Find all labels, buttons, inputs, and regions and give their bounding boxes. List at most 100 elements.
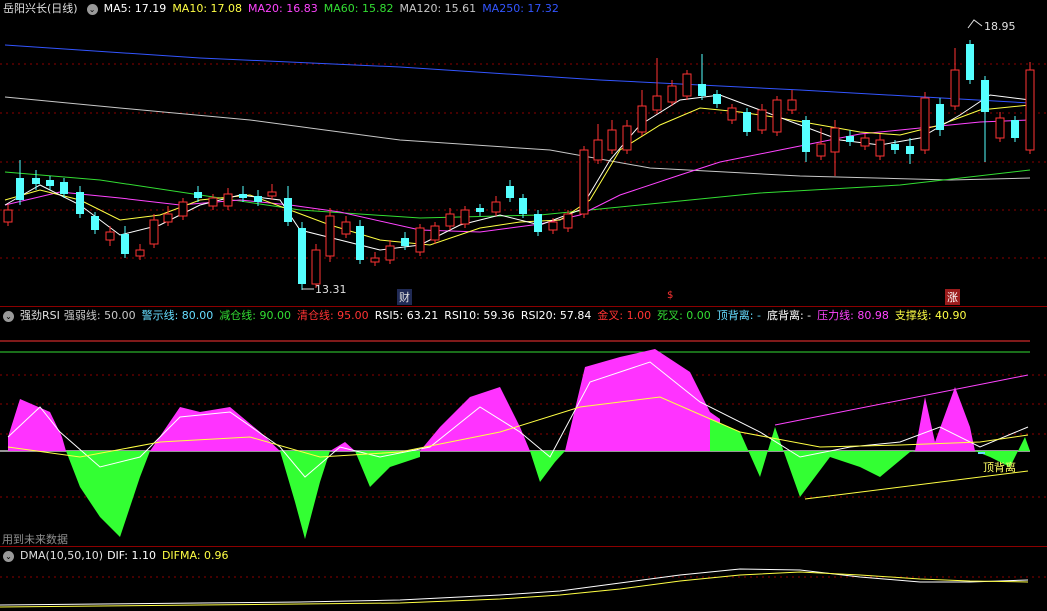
kline-panel[interactable]: 岳阳兴长(日线) ⌄ MA5: 17.19 MA10: 17.08 MA20: 16.8… (0, 0, 1047, 306)
rsi-positive-area (915, 387, 975, 451)
kline-chart[interactable] (0, 0, 1047, 306)
kline-menu-icon[interactable]: ⌄ (86, 3, 98, 15)
candle-body (460, 209, 470, 225)
candle-body (548, 221, 558, 231)
candle-body (652, 95, 662, 111)
candle-body (846, 136, 854, 142)
candle-body (91, 216, 99, 230)
stock-title: 岳阳兴长(日线) (3, 2, 78, 15)
dma-item: DIFMA: 0.96 (161, 549, 229, 562)
rsi-item: 减仓线: 90.00 (219, 309, 291, 322)
rsi-item: 警示线: 80.00 (141, 309, 214, 322)
candle-body (178, 201, 188, 217)
main-item: MA250: 17.32 (482, 2, 559, 15)
candle-body (860, 137, 870, 147)
rsi-item: 支撑线: 40.90 (894, 309, 967, 322)
candle-body (1025, 69, 1035, 151)
rsi-item: 强弱线: 50.00 (63, 309, 136, 322)
high-pointer (967, 19, 983, 29)
candle-body (121, 234, 129, 254)
candle-body (76, 192, 84, 214)
candle-body (163, 213, 173, 223)
rsi-legend: 强弱线: 50.00 警示线: 80.00 减仓线: 90.00 清仓线: 95.00… (64, 309, 973, 322)
candle-body (415, 227, 425, 253)
candle-body (194, 192, 202, 198)
rsi-title: 强劲RSI (20, 309, 60, 322)
candle-body (906, 146, 914, 154)
rsi-item: RSI5: 63.21 (374, 309, 439, 322)
dma-panel[interactable]: ⌄ DMA(10,50,10) DIF: 1.10 DIFMA: 0.96 (0, 546, 1047, 611)
candle-body (284, 198, 292, 222)
rsi-panel[interactable]: ⌄ 强劲RSI 强弱线: 50.00 警示线: 80.00 减仓线: 90.00 清仓线:… (0, 306, 1047, 547)
rsi-menu-icon[interactable]: ⌄ (3, 310, 14, 322)
limit-up-marker[interactable]: 涨 (945, 289, 960, 305)
rsi-chart[interactable] (0, 307, 1047, 547)
candle-body (981, 80, 989, 112)
candle-body (743, 112, 751, 132)
support-line (804, 470, 1029, 500)
candle-body (3, 209, 13, 223)
dividend-marker[interactable]: $ (667, 290, 673, 301)
candle-body (534, 214, 542, 232)
dma-legend: DIF: 1.10 DIFMA: 0.96 (107, 549, 234, 562)
candle-body (105, 231, 115, 241)
candle-body (149, 219, 159, 245)
candle-body (698, 84, 706, 96)
low-price-label: 13.31 (315, 283, 347, 296)
candle-body (593, 139, 603, 161)
resistance-line (774, 374, 1029, 426)
candle-body (254, 196, 262, 202)
main-item: MA60: 15.82 (323, 2, 394, 15)
candle-body (60, 182, 68, 194)
candle-body (622, 125, 632, 151)
candle-body (966, 44, 974, 80)
candle-body (579, 149, 589, 215)
main-item: MA5: 17.19 (103, 2, 167, 15)
ma60-line (4, 169, 1031, 219)
dma-item: DIF: 1.10 (107, 549, 156, 562)
candle-body (920, 97, 930, 151)
candle-body (995, 117, 1005, 139)
finance-marker[interactable]: 财 (397, 289, 412, 305)
candle-body (341, 221, 351, 235)
rsi-item: 金叉: 1.00 (597, 309, 652, 322)
dma-title: DMA(10,50,10) (20, 549, 104, 562)
candle-body (356, 226, 364, 260)
rsi-positive-area (8, 399, 66, 451)
candle-body (875, 139, 885, 157)
dif-line (0, 568, 1029, 606)
rsi-negative-area (280, 451, 330, 539)
candle-body (936, 104, 944, 130)
kline-header: 岳阳兴长(日线) ⌄ MA5: 17.19 MA10: 17.08 MA20: 16.8… (0, 0, 571, 18)
ma120-line (4, 96, 1031, 181)
rsi-item: 底背离: - (766, 309, 812, 322)
rsi-item: RSI10: 59.36 (444, 309, 515, 322)
candle-body (298, 228, 306, 284)
ma-legend: MA5: 17.19 MA10: 17.08 MA20: 16.83 MA60: 15… (104, 2, 565, 15)
rsi-item: 死叉: 0.00 (657, 309, 711, 322)
candle-body (267, 191, 277, 197)
candle-body (239, 194, 247, 198)
rsi-negative-area (66, 451, 150, 537)
candle-body (506, 186, 514, 198)
main-item: MA120: 15.61 (399, 2, 477, 15)
candle-body (816, 143, 826, 157)
candle-body (519, 198, 527, 214)
rsi-item: 压力线: 80.98 (817, 309, 889, 322)
candle-body (563, 213, 573, 229)
candle-body (491, 201, 501, 213)
high-price-label: 18.95 (984, 20, 1016, 33)
candle-body (830, 127, 840, 153)
rsi-negative-area (710, 419, 915, 497)
candle-body (46, 180, 54, 186)
candle-body (757, 109, 767, 131)
dma-menu-icon[interactable]: ⌄ (3, 550, 14, 562)
rsi-negative-area (355, 451, 420, 487)
candle-body (16, 178, 24, 200)
candle-body (1011, 120, 1019, 138)
candle-body (370, 257, 380, 263)
future-data-note: 用到未来数据 (2, 533, 68, 546)
candle-body (802, 120, 810, 152)
candle-body (401, 238, 409, 246)
candle-body (476, 208, 484, 212)
